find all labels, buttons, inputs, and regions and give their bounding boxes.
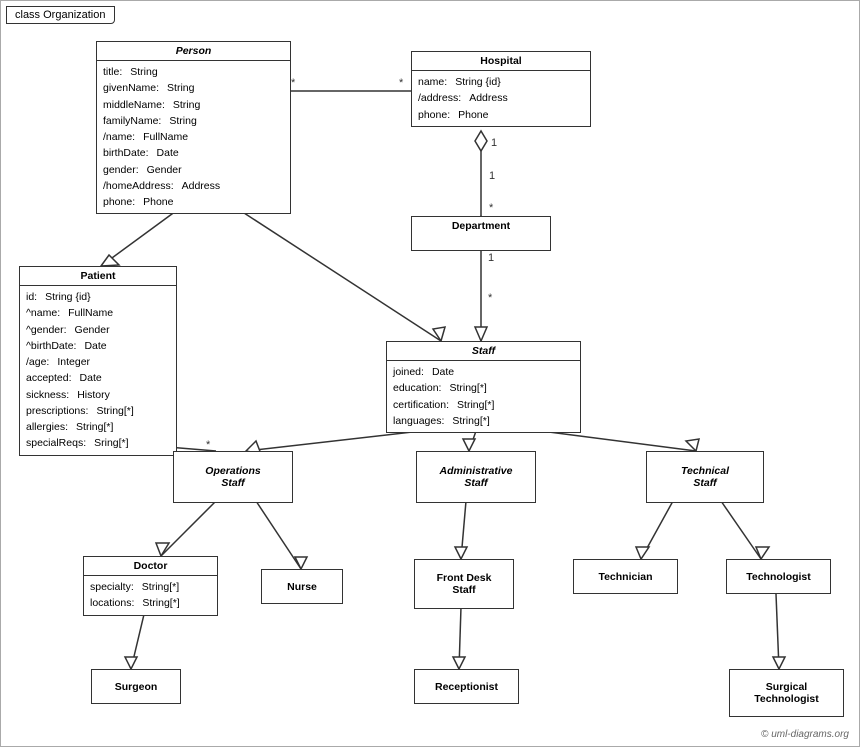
receptionist-title: Receptionist <box>415 678 518 696</box>
hospital-attrs: name:String {id} /address:Address phone:… <box>412 71 590 126</box>
department-class: Department <box>411 216 551 251</box>
staff-class: Staff joined:Date education:String[*] ce… <box>386 341 581 433</box>
technical-staff-title: TechnicalStaff <box>647 462 763 492</box>
doctor-class: Doctor specialty:String[*] locations:Str… <box>83 556 218 616</box>
technician-title: Technician <box>574 568 677 586</box>
admin-staff-title: AdministrativeStaff <box>417 462 535 492</box>
patient-title: Patient <box>20 267 176 286</box>
diagram-container: class Organization * * 1 * 1 * 1 * * <box>0 0 860 747</box>
admin-staff-class: AdministrativeStaff <box>416 451 536 503</box>
svg-text:1: 1 <box>489 170 495 182</box>
diagram-label: class Organization <box>6 6 115 24</box>
svg-text:1: 1 <box>488 252 494 264</box>
surgical-technologist-title: SurgicalTechnologist <box>730 678 843 708</box>
technologist-class: Technologist <box>726 559 831 594</box>
doctor-title: Doctor <box>84 557 217 576</box>
department-title: Department <box>412 217 550 235</box>
person-attrs: title:String givenName:String middleName… <box>97 61 290 213</box>
receptionist-class: Receptionist <box>414 669 519 704</box>
patient-attrs: id:String {id} ^name:FullName ^gender:Ge… <box>20 286 176 455</box>
front-desk-title: Front DeskStaff <box>415 569 513 599</box>
nurse-class: Nurse <box>261 569 343 604</box>
technical-staff-class: TechnicalStaff <box>646 451 764 503</box>
hospital-class: Hospital name:String {id} /address:Addre… <box>411 51 591 127</box>
svg-text:*: * <box>489 202 494 214</box>
technologist-title: Technologist <box>727 568 830 586</box>
operations-staff-class: OperationsStaff <box>173 451 293 503</box>
person-title: Person <box>97 42 290 61</box>
person-class: Person title:String givenName:String mid… <box>96 41 291 214</box>
technician-class: Technician <box>573 559 678 594</box>
svg-text:*: * <box>399 77 404 89</box>
hospital-title: Hospital <box>412 52 590 71</box>
staff-title: Staff <box>387 342 580 361</box>
patient-class: Patient id:String {id} ^name:FullName ^g… <box>19 266 177 456</box>
surgeon-title: Surgeon <box>92 678 180 696</box>
surgical-technologist-class: SurgicalTechnologist <box>729 669 844 717</box>
svg-text:*: * <box>206 439 211 451</box>
front-desk-class: Front DeskStaff <box>414 559 514 609</box>
surgeon-class: Surgeon <box>91 669 181 704</box>
nurse-title: Nurse <box>262 578 342 596</box>
copyright: © uml-diagrams.org <box>761 729 849 740</box>
svg-text:*: * <box>291 77 296 89</box>
svg-text:*: * <box>488 292 493 304</box>
operations-staff-title: OperationsStaff <box>174 462 292 492</box>
svg-text:1: 1 <box>491 137 497 149</box>
staff-attrs: joined:Date education:String[*] certific… <box>387 361 580 432</box>
doctor-attrs: specialty:String[*] locations:String[*] <box>84 576 217 615</box>
